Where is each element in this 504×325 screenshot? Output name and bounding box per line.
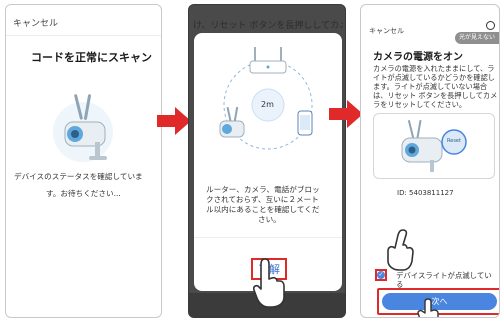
checkbox-label[interactable]: デバイスライトが点滅している xyxy=(396,271,499,289)
arrow-right-icon xyxy=(157,107,191,135)
help-icon[interactable] xyxy=(486,21,495,30)
status-text-line1: デバイスのステータスを確認していま xyxy=(14,172,143,181)
description-line1: カメラの電源を入れたままにして、ラ xyxy=(373,64,495,73)
distance-label: 2m xyxy=(261,100,274,109)
reset-label: Reset xyxy=(447,138,461,144)
router-camera-phone-illustration xyxy=(219,47,313,150)
pointing-hand-icon xyxy=(253,258,285,308)
device-light-checkbox[interactable]: ✓ xyxy=(375,269,387,281)
help-badge[interactable]: 光が見えない xyxy=(454,32,499,44)
status-text-line2: す。お待ちください... xyxy=(46,189,121,198)
header-divider xyxy=(6,35,161,36)
phone-screen-placement-dialog: け、リセット ボタンを長押ししてカメ 2m ルーター、カメラ、電話がブロッ クさ… xyxy=(188,4,346,318)
page-title: コードを正常にスキャン xyxy=(31,51,152,64)
camera-image-card: Reset xyxy=(373,113,495,179)
description-line4: は、リセット ボタンを長押ししてカメ xyxy=(373,91,498,100)
dialog-message-line4: さい。 xyxy=(258,215,281,224)
checkbox-checked-icon: ✓ xyxy=(377,271,385,279)
placement-dialog: 2m ルーター、カメラ、電話がブロッ クされておらず、互いに２メート ル以内にあ… xyxy=(194,33,342,291)
description-line2: イトが点滅しているかどうかを確認し xyxy=(373,73,495,82)
cancel-button[interactable]: キャンセル xyxy=(369,26,404,36)
dialog-divider xyxy=(194,237,342,238)
cancel-button[interactable]: キャンセル xyxy=(13,16,58,29)
device-id: ID: 5403811127 xyxy=(397,189,454,197)
background-instruction-text: け、リセット ボタンを長押ししてカメ xyxy=(193,21,343,31)
dialog-message-line1: ルーター、カメラ、電話がブロッ xyxy=(206,185,320,194)
description-line3: ます。ライトが点滅していない場合 xyxy=(373,82,488,91)
phone-screen-scanning: キャンセル コードを正常にスキャン デバイスのステータスを確認していま す。お待… xyxy=(5,4,162,318)
pointing-hand-icon xyxy=(387,229,414,271)
camera-reset-illustration xyxy=(401,119,467,172)
phone-screen-power-on: キャンセル 光が見えない カメラの電源をオン カメラの電源を入れたままにして、ラ… xyxy=(360,4,500,318)
arrow-right-icon xyxy=(329,100,363,128)
camera-illustration xyxy=(53,94,113,162)
dialog-message-line2: クされておらず、互いに２メート xyxy=(206,195,319,204)
page-title: カメラの電源をオン xyxy=(373,52,463,63)
description-line5: ラをリセットしてください。 xyxy=(373,100,467,109)
dialog-message-line3: ル以内にあることを確認してくだ xyxy=(206,205,320,214)
pointing-hand-icon xyxy=(417,298,439,317)
